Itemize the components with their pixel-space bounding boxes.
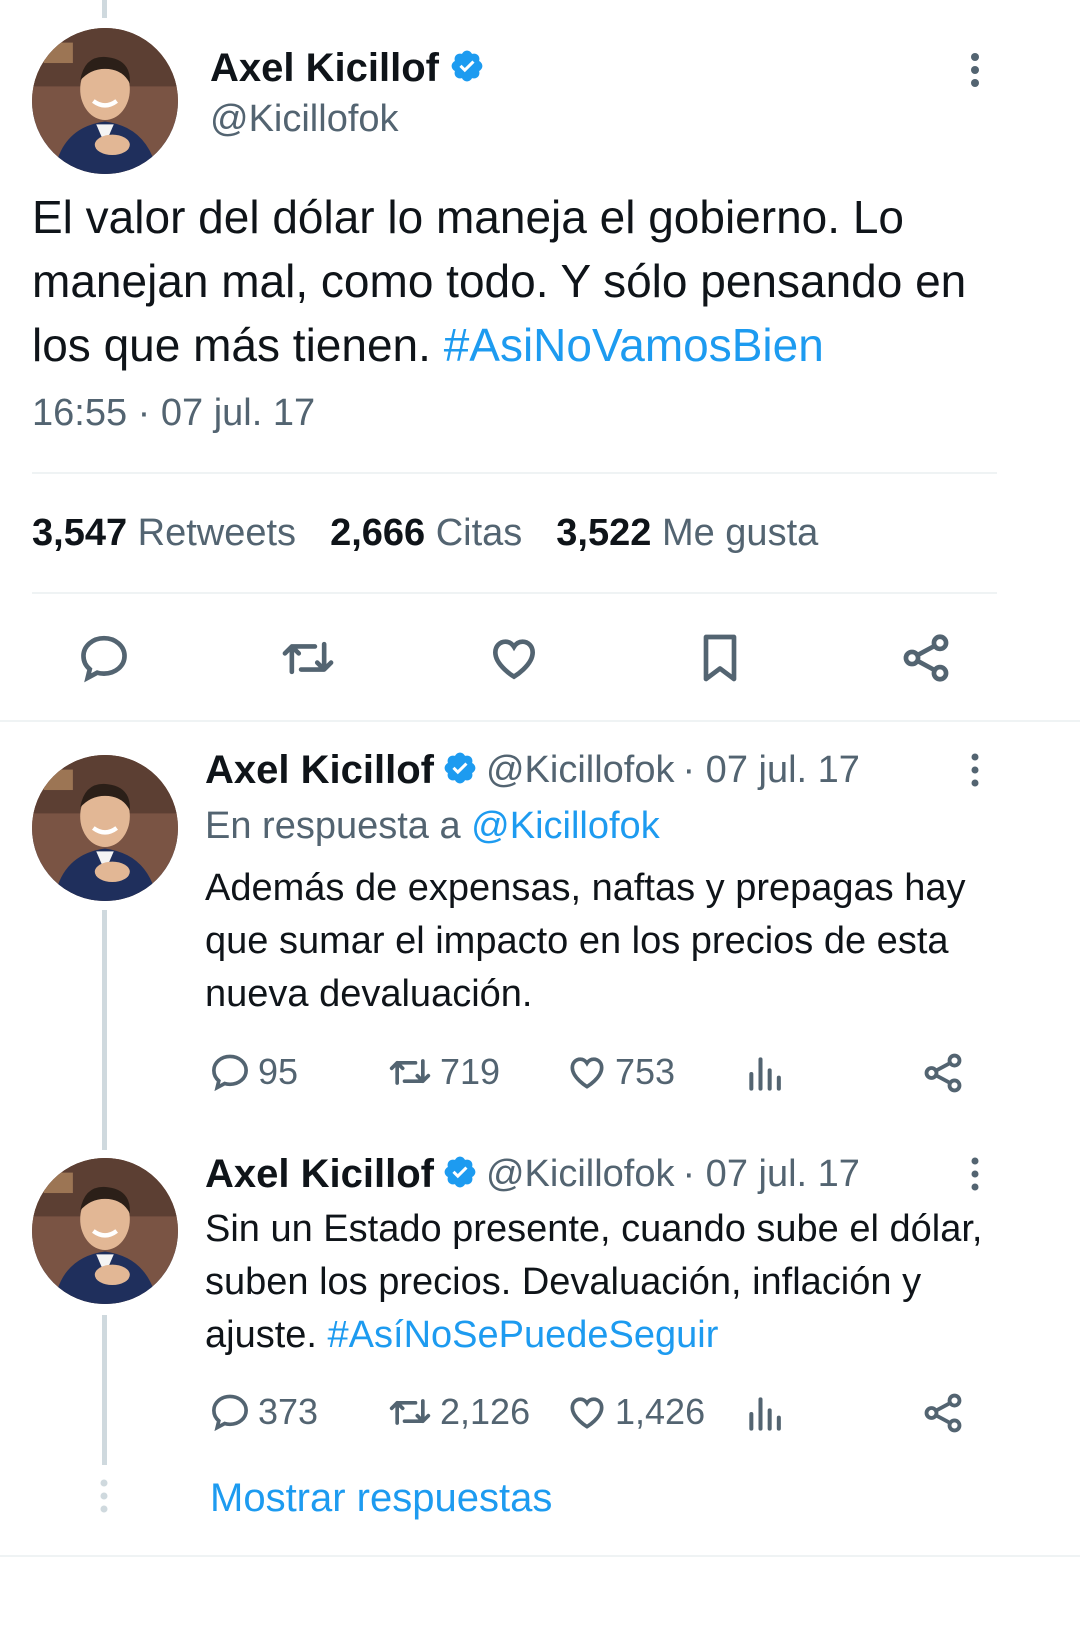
retweet-icon[interactable] [278, 630, 338, 686]
avatar[interactable] [32, 755, 178, 901]
retweet-count: 719 [440, 1051, 501, 1092]
tweet-timestamp[interactable]: 16:55 · 07 jul. 17 [32, 392, 315, 435]
more-options-icon[interactable] [966, 1156, 984, 1192]
reply-button[interactable]: 373 [208, 1390, 318, 1434]
author-handle[interactable]: @Kicillofok [486, 749, 675, 792]
divider [32, 592, 997, 594]
bottom-divider [0, 1555, 1080, 1557]
hashtag-link[interactable]: #AsíNoSePuedeSeguir [328, 1314, 719, 1356]
thread-ellipsis-icon [96, 1478, 112, 1514]
section-divider [0, 720, 1080, 722]
reply-count: 95 [258, 1051, 299, 1092]
reply-icon[interactable] [76, 630, 132, 686]
share-icon[interactable] [920, 1050, 966, 1096]
verified-badge-icon [442, 1154, 478, 1195]
tweet-body: Además de expensas, naftas y prepagas ha… [205, 867, 966, 1015]
reply-icon [208, 1050, 252, 1094]
like-button[interactable]: 1,426 [565, 1390, 705, 1434]
thread-line-top [102, 0, 107, 18]
share-icon[interactable] [920, 1390, 966, 1436]
verified-badge-icon [449, 48, 485, 89]
retweet-button[interactable]: 2,126 [386, 1390, 530, 1434]
bookmark-icon[interactable] [692, 630, 748, 686]
thread-line-reply2 [102, 1315, 107, 1465]
show-replies-link[interactable]: Mostrar respuestas [210, 1476, 552, 1521]
author-name[interactable]: Axel Kicillof [205, 1152, 434, 1197]
analytics-icon[interactable] [744, 1392, 788, 1436]
verified-badge-icon [442, 750, 478, 791]
tweet-text: Sin un Estado presente, cuando sube el d… [205, 1203, 1025, 1362]
reply-button[interactable]: 95 [208, 1050, 298, 1094]
retweets-stat[interactable]: 3,547 Retweets [32, 512, 296, 555]
reply-to-handle-link[interactable]: @Kicillofok [471, 805, 660, 847]
like-count: 1,426 [615, 1391, 706, 1432]
hashtag-link[interactable]: #AsiNoVamosBien [444, 319, 824, 371]
more-options-icon[interactable] [966, 52, 984, 88]
author-handle[interactable]: @Kicillofok [486, 1153, 675, 1196]
like-icon[interactable] [486, 630, 542, 686]
reply-context: En respuesta a @Kicillofok [205, 805, 660, 847]
retweet-icon [386, 1050, 434, 1094]
likes-stat[interactable]: 3,522 Me gusta [556, 512, 818, 555]
quotes-stat[interactable]: 2,666 Citas [330, 512, 522, 555]
retweet-button[interactable]: 719 [386, 1050, 500, 1094]
retweet-count: 2,126 [440, 1391, 531, 1432]
analytics-icon[interactable] [744, 1052, 788, 1096]
tweet-text: El valor del dólar lo maneja el gobierno… [32, 185, 1032, 377]
thread-line-reply1 [102, 910, 107, 1150]
divider [32, 472, 997, 474]
more-options-icon[interactable] [966, 752, 984, 788]
tweet-date[interactable]: · 07 jul. 17 [682, 1153, 859, 1196]
author-name[interactable]: Axel Kicillof [205, 748, 434, 793]
author-name[interactable]: Axel Kicillof [210, 46, 439, 91]
retweet-icon [386, 1390, 434, 1434]
like-icon [565, 1390, 609, 1434]
reply-icon [208, 1390, 252, 1434]
author-handle[interactable]: @Kicillofok [210, 98, 399, 141]
avatar[interactable] [32, 1158, 178, 1304]
tweet-stats: 3,547 Retweets 2,666 Citas 3,522 Me gust… [32, 512, 818, 555]
share-icon[interactable] [898, 630, 954, 686]
reply-count: 373 [258, 1391, 319, 1432]
like-icon [565, 1050, 609, 1094]
like-count: 753 [615, 1051, 676, 1092]
avatar[interactable] [32, 28, 178, 174]
tweet-date[interactable]: · 07 jul. 17 [682, 749, 859, 792]
like-button[interactable]: 753 [565, 1050, 675, 1094]
